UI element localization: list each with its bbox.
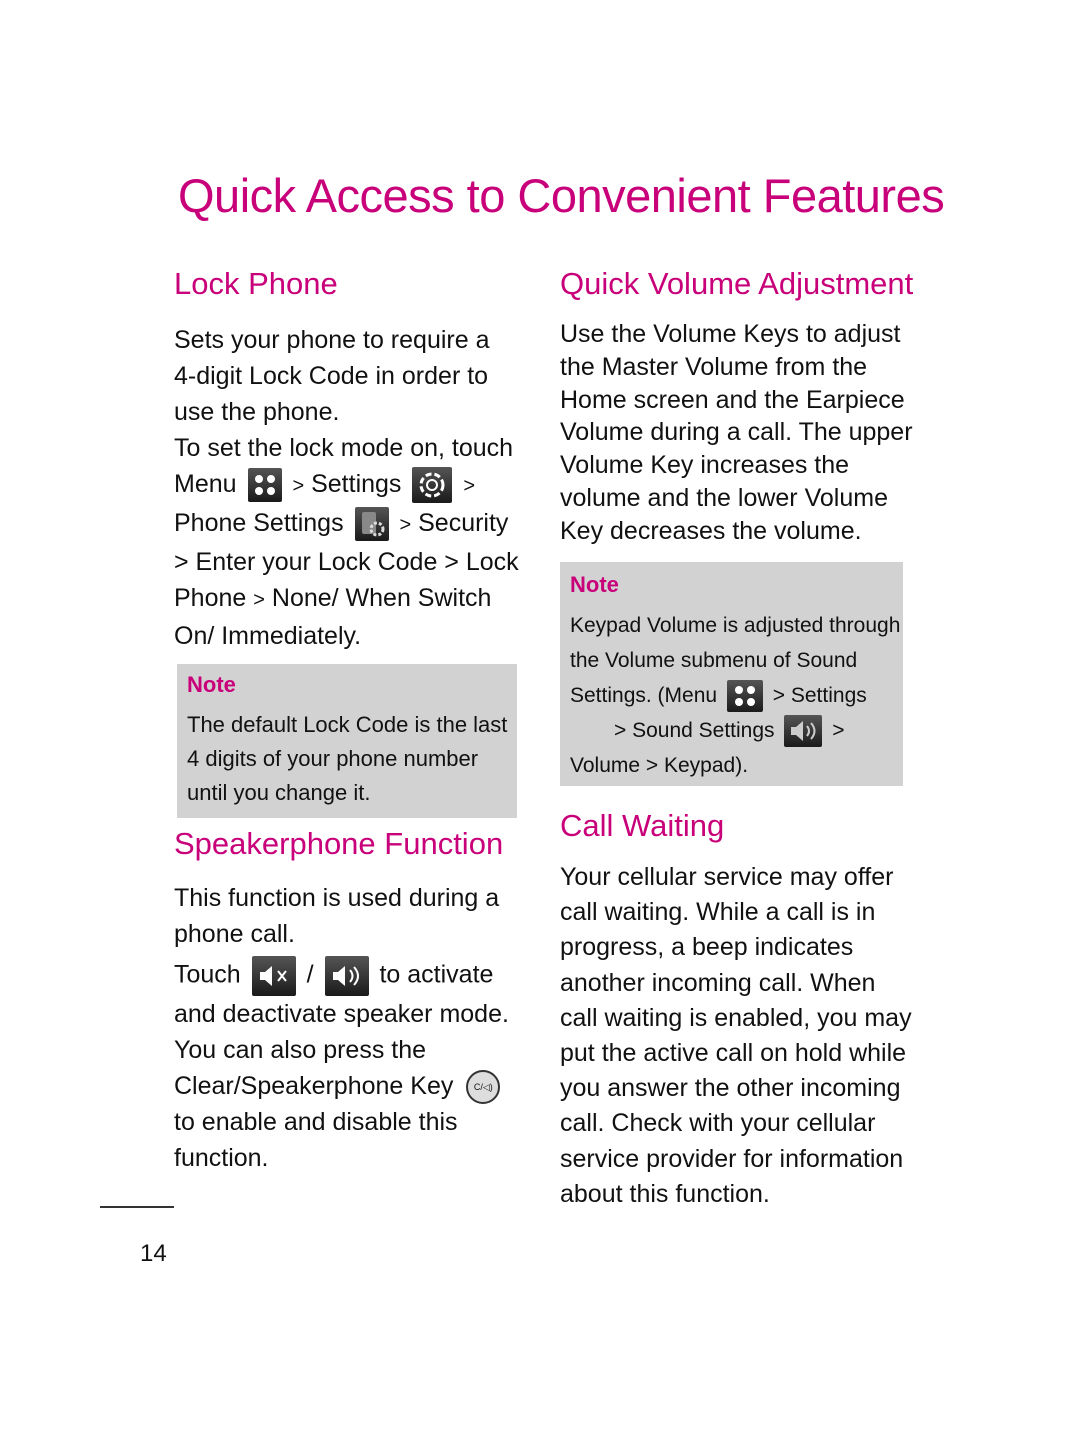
text-line: use the phone. [174, 398, 340, 426]
clear-speakerphone-key-icon: C/◁) [466, 1070, 501, 1105]
sound-settings-icon [784, 715, 823, 748]
text-line: Sets your phone to require a [174, 326, 490, 354]
note-line: 4 digits of your phone number [187, 746, 479, 771]
page-number: 14 [140, 1240, 167, 1267]
menu-path-item: Security [418, 509, 509, 537]
text-line: Your cellular service may offer [560, 863, 894, 891]
menu-path-item: Phone [174, 584, 247, 612]
menu-grid-icon [726, 680, 763, 713]
menu-path-item: None/ When Switch [271, 584, 492, 612]
call-waiting-body: Your cellular service may offer call wai… [560, 860, 930, 1212]
menu-path-item: Settings [311, 470, 402, 498]
text-line: call. Check with your cellular [560, 1109, 876, 1138]
menu-path-item: On/ Immediately [174, 622, 355, 650]
menu-grid-icon [247, 468, 282, 503]
quick-volume-body: Use the Volume Keys to adjust the Master… [560, 318, 930, 548]
footer-rule [100, 1206, 174, 1208]
text-line: put the active call on hold while [560, 1039, 907, 1068]
text-line: Use the Volume Keys to adjust [560, 320, 901, 348]
text-line: Key decreases the volume. [560, 516, 862, 545]
speakerphone-body: This function is used during a phone cal… [174, 880, 534, 1176]
phone-settings-icon [354, 507, 389, 542]
text-line: the Master Volume from the [560, 352, 868, 381]
settings-gear-icon [412, 467, 453, 504]
text-line: Home screen and the Earpiece [560, 385, 905, 414]
lock-phone-heading: Lock Phone [174, 266, 338, 301]
note-line: until you change it. [187, 780, 371, 805]
text-line: another incoming call. When [560, 968, 876, 997]
text-line: This function is used during a [174, 884, 500, 912]
speaker-on-icon[interactable] [324, 956, 369, 996]
text-line: 4-digit Lock Code in order to [174, 362, 489, 390]
menu-path-item: Phone Settings [174, 509, 344, 537]
text-line: function. [174, 1144, 269, 1173]
call-waiting-heading: Call Waiting [560, 808, 725, 843]
text-line: and deactivate speaker mode. [174, 1000, 509, 1028]
speaker-off-icon[interactable] [251, 956, 296, 996]
text-line: to enable and disable this [174, 1108, 458, 1137]
text-line: progress, a beep indicates [560, 933, 854, 962]
menu-path-item: Menu [174, 470, 237, 498]
quick-volume-heading: Quick Volume Adjustment [560, 266, 914, 301]
note-line: the Volume submenu of Sound [570, 649, 858, 672]
text-line: call waiting is enabled, you may [560, 1003, 912, 1032]
text-line: You can also press the [174, 1036, 427, 1064]
text-line: about this function. [560, 1179, 770, 1208]
text-line: phone call. [174, 920, 295, 948]
note-label: Note [570, 572, 619, 597]
text-line: Volume Key increases the [560, 451, 850, 480]
note-line: The default Lock Code is the last [187, 712, 508, 737]
text-line: To set the lock mode on, touch [174, 434, 514, 462]
text-line: call waiting. While a call is in [560, 898, 876, 927]
lock-phone-note: Note The default Lock Code is the last 4… [177, 664, 517, 818]
text-line: Volume during a call. The upper [560, 418, 913, 447]
note-label: Note [187, 672, 236, 697]
text-line: you answer the other incoming [560, 1074, 901, 1103]
quick-volume-note: Note Keypad Volume is adjusted through t… [560, 562, 903, 786]
speakerphone-heading: Speakerphone Function [174, 826, 504, 861]
note-line: Keypad Volume is adjusted through [570, 614, 901, 637]
menu-path-item: Lock [465, 548, 519, 576]
text-line: service provider for information [560, 1144, 904, 1173]
text-line: volume and the lower Volume [560, 483, 888, 512]
page-title: Quick Access to Convenient Features [178, 169, 945, 222]
lock-phone-body: Sets your phone to require a 4-digit Loc… [174, 322, 534, 654]
